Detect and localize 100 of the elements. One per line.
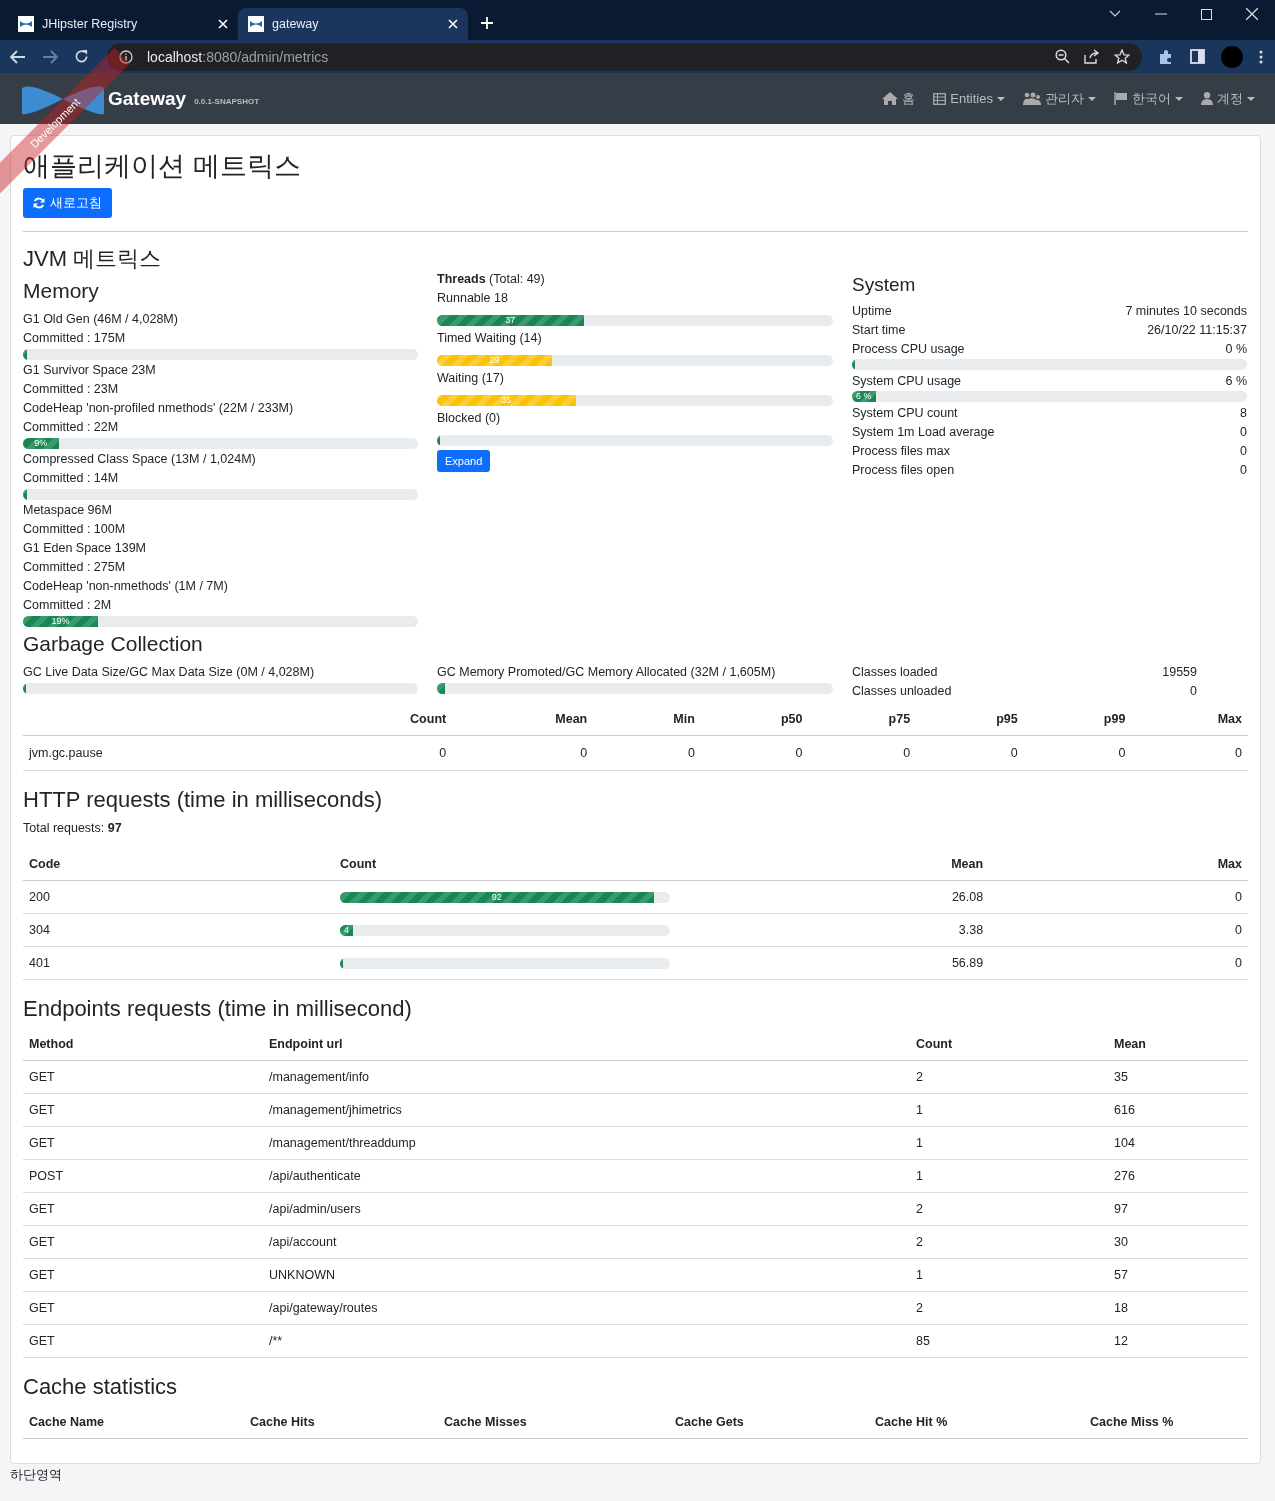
table-cell: /management/info (263, 1060, 910, 1094)
expand-button[interactable]: Expand (437, 450, 491, 472)
memory-name: Metaspace 96M (23, 502, 113, 519)
users-icon (1023, 92, 1041, 105)
table-cell: 85 (910, 1324, 1108, 1358)
progress-fill: 92 (340, 891, 654, 903)
table-cell: 0 (808, 735, 917, 771)
column-header: p99 (1023, 703, 1132, 736)
total-requests: Total requests: 97 (23, 820, 123, 837)
puzzle-icon[interactable] (1158, 48, 1174, 65)
table-cell: 30 (1108, 1225, 1248, 1259)
close-icon[interactable] (1246, 8, 1258, 20)
chevron-down-icon[interactable] (1109, 10, 1121, 18)
column-header: p95 (916, 703, 1024, 736)
nav-link[interactable]: Entities (933, 91, 1005, 106)
side-panel-icon[interactable] (1190, 49, 1205, 64)
address-field[interactable]: localhost:8080/admin/metrics (107, 42, 1142, 71)
flag-icon (1114, 92, 1128, 105)
zoom-out-icon[interactable] (1055, 49, 1070, 64)
table-cell: GET (23, 1060, 263, 1094)
table-cell: 200 (23, 880, 334, 914)
table-cell: GET (23, 1093, 263, 1127)
table-cell: /api/gateway/routes (263, 1291, 910, 1325)
maximize-icon[interactable] (1201, 8, 1212, 20)
column-header: Cache Hits (244, 1406, 438, 1439)
memory-committed: Committed : 175M (23, 330, 127, 347)
table-cell: 97 (1108, 1192, 1248, 1226)
reload-icon[interactable] (74, 49, 89, 64)
column-header: Max (989, 848, 1248, 881)
table-cell: GET (23, 1258, 263, 1292)
metric-label: Process files max (852, 443, 950, 460)
bowtie-icon (18, 16, 34, 32)
table-cell: 0 (452, 735, 594, 771)
browser-tab[interactable]: JHipster Registry (8, 8, 238, 40)
home-icon (882, 92, 899, 105)
metric-value: 0 % (1225, 341, 1247, 358)
section-title: HTTP requests (time in milliseconds) (23, 787, 384, 813)
column-header: Mean (452, 703, 594, 736)
column-header: Min (593, 703, 701, 736)
progress-fill: 29 (437, 355, 552, 366)
table-cell: 0 (593, 735, 701, 771)
back-icon[interactable] (10, 49, 26, 64)
table-cell: POST (23, 1159, 263, 1193)
table-cell: 0 (989, 913, 1248, 947)
star-icon[interactable] (1114, 49, 1130, 64)
memory-committed: Committed : 22M (23, 419, 120, 436)
table-cell: 0 (989, 880, 1248, 914)
table-cell: GET (23, 1291, 263, 1325)
table-cell: 2 (910, 1225, 1108, 1259)
section-title: Garbage Collection (23, 632, 204, 656)
table-cell: /api/admin/users (263, 1192, 910, 1226)
table-cell: 276 (1108, 1159, 1248, 1193)
table-cell: 401 (23, 946, 334, 980)
column-header: p75 (808, 703, 917, 736)
column-header: Cache Name (23, 1406, 244, 1439)
metric-value: 0 (1190, 683, 1197, 700)
table-cell: 57 (1108, 1258, 1248, 1292)
column-header: Cache Miss % (1084, 1406, 1248, 1439)
browser-tab[interactable]: gateway (238, 8, 468, 40)
metric-value: 0 (1240, 424, 1247, 441)
table-icon (933, 92, 947, 105)
thread-state: Blocked (0) (437, 410, 502, 427)
memory-committed: Committed : 275M (23, 559, 127, 576)
table-cell: GET (23, 1126, 263, 1160)
memory-committed: Committed : 100M (23, 521, 127, 538)
nav-link[interactable]: 홈 (882, 89, 916, 108)
table-cell: 35 (1108, 1060, 1248, 1094)
column-header: Count (910, 1028, 1108, 1061)
column-header: Cache Hit % (869, 1406, 1084, 1439)
table-cell: 26.08 (676, 880, 990, 914)
nav-link[interactable]: 계정 (1201, 89, 1255, 108)
more-icon[interactable] (1259, 49, 1263, 64)
metric-value: 0 (1240, 443, 1247, 460)
share-icon[interactable] (1084, 49, 1100, 64)
table-cell: UNKNOWN (263, 1258, 910, 1292)
table-cell: /** (263, 1324, 910, 1358)
column-header: Code (23, 848, 334, 881)
metric-label: Uptime (852, 303, 892, 320)
table-cell: 1 (910, 1126, 1108, 1160)
memory-name: G1 Old Gen (46M / 4,028M) (23, 311, 179, 328)
progress-fill: 9% (23, 438, 59, 449)
metric-value: 6 % (1225, 373, 1247, 390)
column-header: Mean (1108, 1028, 1248, 1061)
brand-title[interactable]: Gateway (108, 87, 187, 110)
forward-icon[interactable] (42, 49, 58, 64)
new-tab-icon[interactable] (480, 16, 494, 30)
table-cell: 3.38 (676, 913, 990, 947)
nav-link[interactable]: 한국어 (1114, 89, 1183, 108)
column-header: Endpoint url (263, 1028, 910, 1061)
thread-state: Waiting (17) (437, 370, 505, 387)
threads-title: Threads (Total: 49) (437, 271, 546, 288)
metric-label: Process files open (852, 462, 955, 479)
gc-metric-label: GC Live Data Size/GC Max Data Size (0M / 4,028M) (23, 664, 316, 681)
metric-value: 7 minutes 10 seconds (1125, 303, 1247, 320)
memory-name: G1 Eden Space 139M (23, 540, 147, 557)
progress-fill: 37 (437, 315, 584, 326)
table-cell: 18 (1108, 1291, 1248, 1325)
nav-link[interactable]: 관리자 (1023, 89, 1096, 108)
refresh-button[interactable]: 새로고침 (23, 188, 112, 218)
table-cell: 616 (1108, 1093, 1248, 1127)
